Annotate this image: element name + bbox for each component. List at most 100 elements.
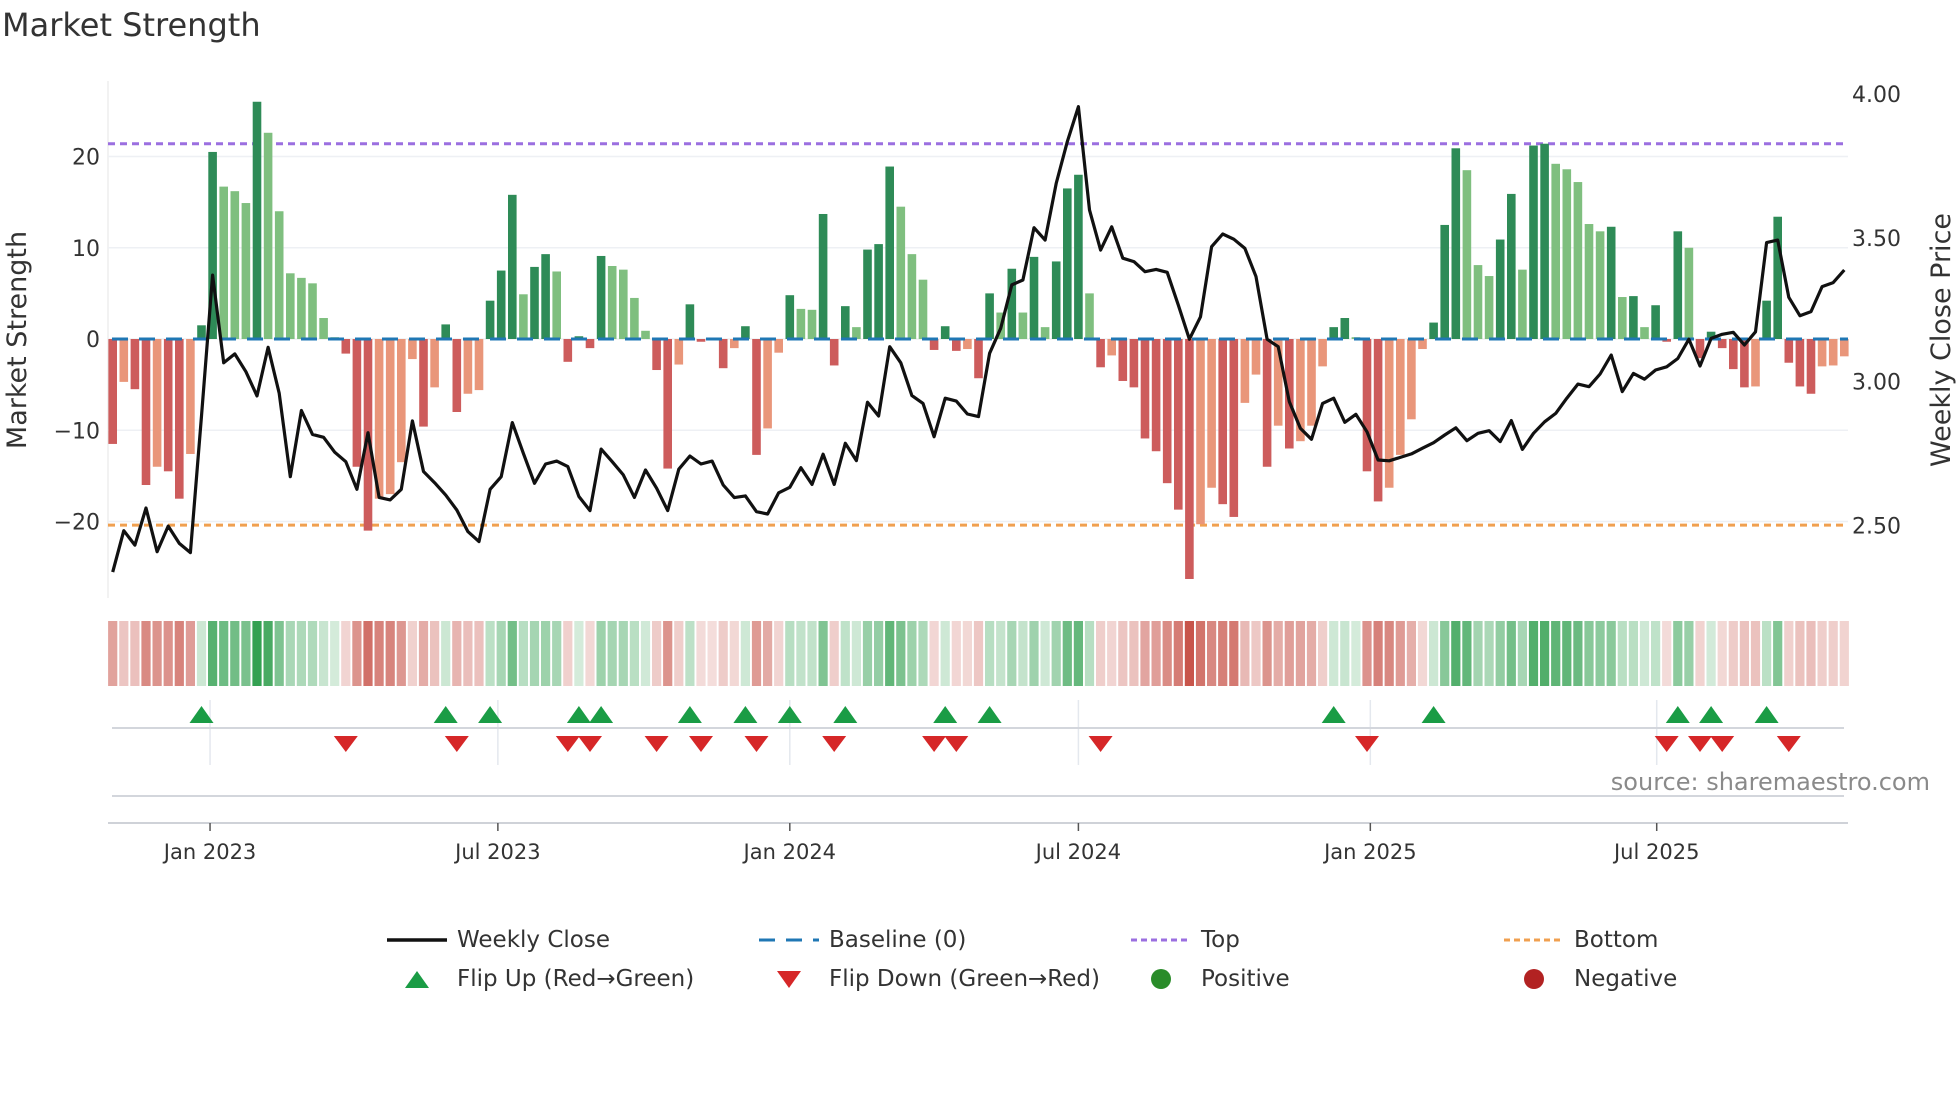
heat-cell [1628,621,1638,686]
heat-cell [1329,621,1339,686]
strength-bar [641,330,650,339]
strength-bar [1096,339,1105,368]
strength-bar [496,270,506,339]
strength-bar [1162,339,1172,484]
heat-cell [1562,621,1572,686]
heat-cell [696,621,706,686]
strength-bar [874,244,883,339]
heat-cell [1673,621,1683,686]
strength-bar [485,300,495,339]
heat-cell [1218,621,1228,686]
strength-bar [607,266,617,339]
heat-cell [1540,621,1550,686]
flip-down-marker [944,736,969,752]
strength-bar [1085,293,1094,339]
heat-cell [1096,621,1106,686]
flip-up-marker [677,706,702,723]
x-tick-label: Jan 2024 [742,840,837,864]
heat-cell [1573,621,1583,686]
strength-bar [1207,339,1216,488]
strength-bar [541,254,550,339]
heat-cell [929,621,939,686]
strength-bar [652,339,661,371]
heat-cell [1084,621,1095,686]
heat-cell [529,621,540,686]
heat-cell [296,621,306,686]
strength-bar [918,279,928,339]
heat-cell [319,621,329,686]
strength-bar [1151,339,1161,452]
heat-cell [1551,621,1561,686]
x-tick-label: Jul 2025 [1612,840,1699,864]
heat-cell [1484,621,1494,686]
y2-tick-label: 2.50 [1852,514,1901,539]
heat-cell [1118,621,1128,686]
heat-cell [1440,621,1450,686]
heat-cell [119,621,129,686]
strength-bar [1529,145,1538,339]
strength-bar [1007,268,1017,339]
strength-bar [1229,339,1239,517]
strength-bar [1806,339,1816,394]
flip-up-marker [1421,706,1446,723]
heat-cell [796,621,806,686]
strength-bar [763,339,772,429]
heat-cell [1007,621,1017,686]
strength-bar [408,339,417,360]
strength-bar [940,326,950,339]
strength-bar [1063,188,1072,339]
strength-bar [1540,143,1549,339]
strength-bar [452,339,462,412]
heat-cell [1517,621,1527,686]
heat-cell [851,621,861,686]
heat-cell [1462,621,1472,686]
heat-cell [1051,621,1061,686]
strength-bar [1262,339,1272,467]
strength-bar [1484,276,1494,339]
strength-bar [430,339,439,388]
heat-cell [585,621,595,686]
strength-bar [297,277,306,339]
heat-cell [1473,621,1483,686]
heat-cell [418,621,429,686]
strength-bar [1107,339,1116,356]
heat-cell [885,621,895,686]
flip-down-marker [1654,736,1679,752]
strength-bar [974,339,983,379]
heat-cell [962,621,972,686]
heat-cell [1207,621,1217,686]
strength-bar [985,293,994,339]
strength-bar [152,339,162,467]
strength-bar [1673,231,1683,339]
heat-cell [341,621,351,686]
strength-bar [1462,170,1472,339]
heat-cell [452,621,462,686]
strength-bar [1018,312,1028,339]
heat-cell [1839,621,1849,686]
heat-cell [1695,621,1705,686]
heat-cell [1417,621,1428,686]
heat-cell [108,621,118,686]
heat-cell [363,621,373,686]
heat-cell [1773,621,1783,686]
heat-cell [1129,621,1139,686]
heat-cell [785,621,795,686]
heat-cell [1750,621,1761,686]
strength-bar [474,339,484,391]
strength-bar [1407,339,1416,420]
heat-cell [1395,621,1405,686]
flip-down-marker [1710,736,1735,752]
x-tick-label: Jul 2024 [1034,840,1121,864]
strength-bar [1429,322,1438,339]
flip-down-marker [922,736,947,752]
strength-bar [929,339,939,350]
heat-cell [1162,621,1172,686]
source-credit: source: sharemaestro.com [1610,768,1930,796]
heat-cell [230,621,240,686]
heat-cell [1651,621,1661,686]
y2-axis-title: Weekly Close Price [1926,213,1957,467]
heat-cell [1373,621,1383,686]
y2-tick-label: 3.50 [1852,227,1901,252]
flip-down-marker [1355,736,1379,752]
strength-bar [1751,339,1760,387]
